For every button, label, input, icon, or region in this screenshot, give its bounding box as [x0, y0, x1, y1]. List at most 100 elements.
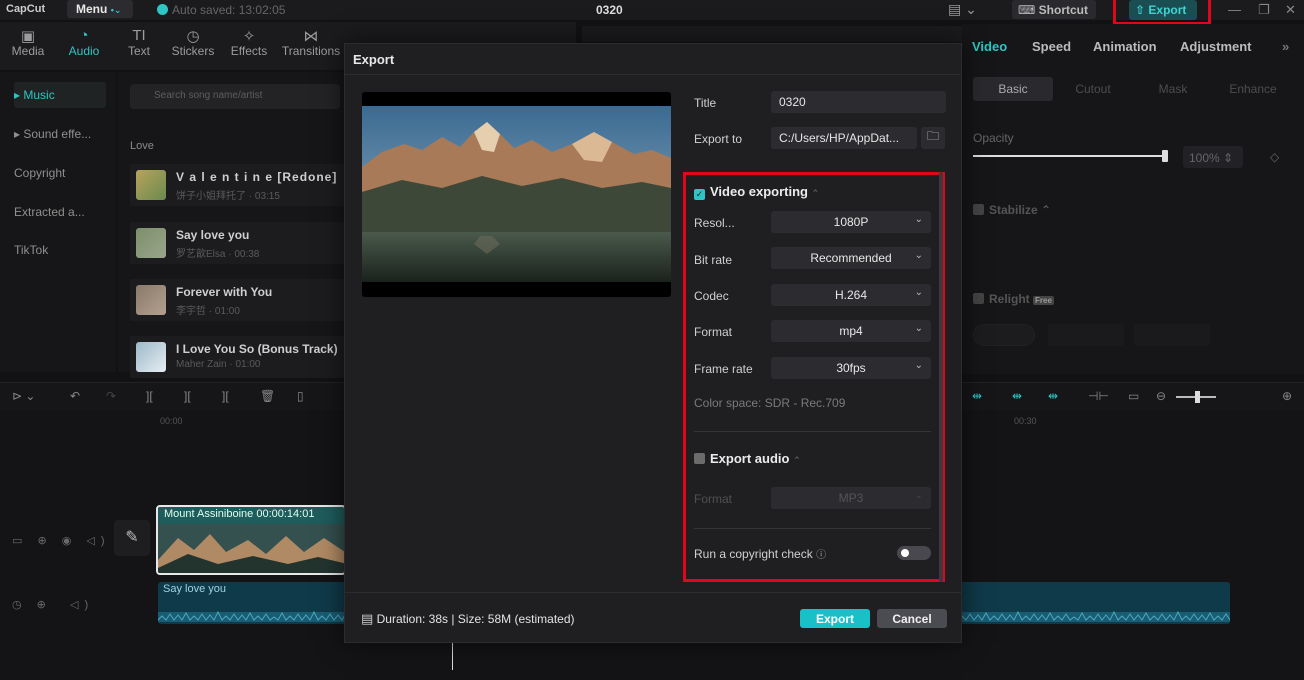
song-search-input[interactable]: Search song name/artist — [130, 84, 340, 109]
framerate-value: 30fps — [836, 361, 866, 375]
stabilize-row[interactable]: Stabilize ⌃ — [973, 203, 1051, 217]
song-item[interactable]: V a l e n t i n e [Redone] 饼子小姐拜托了 · 03:… — [130, 164, 346, 206]
layout-icon[interactable]: ▤ ⌄ — [948, 1, 977, 18]
nav-item-tiktok[interactable]: TikTok — [14, 237, 106, 263]
video-export-toggle[interactable]: ✓ Video exporting ⌃ — [694, 184, 819, 200]
zoom-slider-handle[interactable] — [1195, 391, 1200, 403]
tab-animation[interactable]: Animation — [1093, 39, 1157, 54]
audio-format-select[interactable]: MP3 ⌄ — [771, 487, 931, 509]
ruler-mid: 00:30 — [1014, 416, 1037, 426]
autosave-text: Auto saved: 13:02:05 — [172, 3, 286, 17]
resolution-select[interactable]: 1080P ⌄ — [771, 211, 931, 233]
video-clip-header: Mount Assiniboine 00:00:14:01 — [158, 507, 344, 524]
video-clip[interactable]: Mount Assiniboine 00:00:14:01 — [156, 505, 346, 575]
preview-icon[interactable]: ▭ — [1128, 389, 1139, 403]
info-icon[interactable]: ⓘ — [816, 550, 826, 561]
tab-audio[interactable]: ◔ Audio — [66, 27, 102, 58]
export-button[interactable]: Export — [800, 609, 870, 628]
relight-row[interactable]: Relight Free — [973, 292, 1054, 306]
nav-item-music-label: Music — [23, 88, 55, 102]
subtab-basic[interactable]: Basic — [973, 77, 1053, 101]
audio-track-controls[interactable]: ◷ ⊕ ◁) — [12, 598, 94, 611]
split-right-icon[interactable]: ][ — [222, 389, 229, 403]
split-left-icon[interactable]: ][ — [184, 389, 191, 403]
opacity-input[interactable]: 100% ⇕ — [1183, 146, 1243, 168]
tab-transitions[interactable]: ⋈ Transitions — [281, 27, 341, 58]
magnet-icon[interactable]: ⇹ — [1012, 389, 1022, 403]
copyright-check-text: Run a copyright check — [694, 547, 813, 561]
select-tool-icon[interactable]: ⊳ ⌄ — [12, 389, 35, 403]
title-bar: CapCut Menu •⌄ Auto saved: 13:02:05 0320… — [0, 0, 1304, 20]
nav-item-extracted-label: Extracted a... — [14, 205, 85, 219]
collapse-icon[interactable]: ⌃ — [793, 455, 801, 465]
menu-button[interactable]: Menu •⌄ — [67, 0, 133, 18]
export-path-input[interactable]: C:/Users/HP/AppDat... — [771, 127, 917, 149]
format-select[interactable]: mp4 ⌄ — [771, 320, 931, 342]
chevron-down-icon: ⌄ — [914, 360, 923, 371]
link-icon[interactable]: ⇹ — [972, 389, 982, 403]
tab-video[interactable]: Video — [972, 39, 1007, 54]
browse-folder-button[interactable]: 🗀 — [921, 127, 945, 149]
split-view-icon[interactable]: ⊣⊢ — [1088, 389, 1109, 403]
audio-export-toggle[interactable]: Export audio ⌃ — [694, 451, 801, 466]
freeze-icon[interactable]: ▯ — [297, 389, 304, 403]
subtab-enhance[interactable]: Enhance — [1213, 77, 1293, 101]
minimize-icon[interactable]: — — [1228, 2, 1241, 17]
keyboard-icon: ⌨ — [1018, 3, 1036, 17]
nav-item-music[interactable]: ▸ Music — [14, 82, 106, 108]
settings-scrollbar[interactable] — [939, 172, 943, 582]
close-icon[interactable]: ✕ — [1285, 2, 1296, 18]
relight-option[interactable] — [1134, 324, 1210, 346]
undo-icon[interactable]: ↶ — [70, 389, 80, 403]
nav-item-sound-effects[interactable]: ▸ Sound effe... — [14, 121, 106, 147]
opacity-slider[interactable] — [973, 155, 1168, 157]
opacity-slider-handle[interactable] — [1162, 150, 1168, 162]
restore-icon[interactable]: ❐ — [1258, 2, 1270, 18]
playhead[interactable] — [452, 640, 453, 670]
relight-checkbox[interactable] — [973, 293, 984, 304]
tab-adjustment[interactable]: Adjustment — [1180, 39, 1252, 54]
video-track-controls[interactable]: ▭ ⊕ ◉ ◁) — [12, 534, 111, 547]
stabilize-checkbox[interactable] — [973, 204, 984, 215]
relight-option[interactable] — [1048, 324, 1124, 346]
audio-icon: ◔ — [79, 27, 89, 44]
zoom-out-icon[interactable]: ⊖ — [1156, 389, 1166, 403]
framerate-select[interactable]: 30fps ⌄ — [771, 357, 931, 379]
video-export-checkbox[interactable]: ✓ — [694, 189, 705, 200]
project-name: 0320 — [596, 3, 623, 17]
subtab-cutout[interactable]: Cutout — [1053, 77, 1133, 101]
title-input[interactable]: 0320 — [771, 91, 946, 113]
cancel-button[interactable]: Cancel — [877, 609, 947, 628]
snap-icon[interactable]: ⇹ — [1048, 389, 1058, 403]
song-item[interactable]: Say love you 罗艺歆Elsa · 00:38 — [130, 222, 346, 264]
codec-select[interactable]: H.264 ⌄ — [771, 284, 931, 306]
more-tabs-icon[interactable]: » — [1282, 39, 1289, 54]
tab-media[interactable]: ▣ Media — [10, 27, 46, 58]
collapse-icon[interactable]: ⌃ — [812, 188, 820, 198]
keyframe-icon[interactable]: ◇ — [1270, 150, 1279, 164]
zoom-in-icon[interactable]: ⊕ — [1282, 389, 1292, 403]
tab-effects[interactable]: ✧ Effects — [229, 27, 269, 58]
subtab-mask[interactable]: Mask — [1133, 77, 1213, 101]
relight-option[interactable] — [973, 324, 1035, 346]
opacity-label: Opacity — [973, 131, 1014, 145]
nav-item-extracted[interactable]: Extracted a... — [14, 199, 106, 225]
song-meta: Maher Zain · 01:00 — [176, 359, 261, 370]
copyright-check-toggle[interactable] — [897, 546, 931, 560]
tab-stickers[interactable]: ◷ Stickers — [170, 27, 216, 58]
song-thumbnail — [136, 170, 166, 200]
title-label: Title — [694, 96, 717, 110]
audio-export-checkbox[interactable] — [694, 453, 705, 464]
nav-item-copyright[interactable]: Copyright — [14, 160, 106, 186]
tab-text[interactable]: TI Text — [124, 27, 154, 58]
bitrate-select[interactable]: Recommended ⌄ — [771, 247, 931, 269]
split-icon[interactable]: ][ — [146, 389, 153, 403]
edit-cover-icon[interactable]: ✎ — [114, 520, 150, 556]
redo-icon[interactable]: ↷ — [106, 389, 116, 403]
shortcut-button[interactable]: ⌨ Shortcut — [1012, 0, 1096, 19]
color-space-info: Color space: SDR - Rec.709 — [694, 396, 846, 410]
song-item[interactable]: I Love You So (Bonus Track) Maher Zain ·… — [130, 336, 346, 378]
song-item[interactable]: Forever with You 李宇哲 · 01:00 — [130, 279, 346, 321]
tab-speed[interactable]: Speed — [1032, 39, 1071, 54]
delete-icon[interactable]: 🗑 — [260, 389, 275, 403]
